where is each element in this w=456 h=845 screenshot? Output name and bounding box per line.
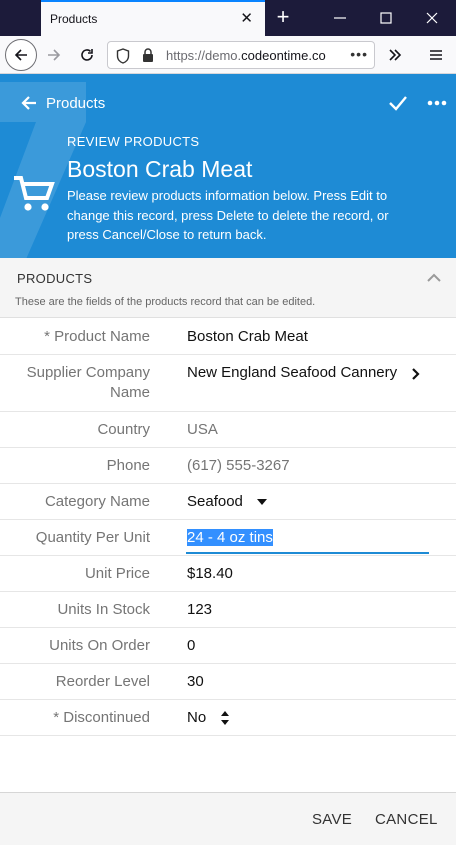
lock-icon[interactable] <box>142 48 154 63</box>
arrow-left-icon <box>21 96 36 110</box>
page-header: Products REVIEW PRODUCTS Boston Crab Mea… <box>0 74 456 258</box>
field-label: Units On Order <box>49 637 150 654</box>
field-phone: Phone (617) 555-3267 <box>0 448 456 484</box>
up-down-arrows-icon[interactable] <box>219 710 231 726</box>
field-label: Units In Stock <box>57 601 150 618</box>
browser-nav-bar: https://demo.codeontime.co ••• <box>0 36 456 74</box>
action-bar: SAVE CANCEL <box>0 792 456 845</box>
input-focus-underline <box>186 552 429 554</box>
units-in-stock-input[interactable]: 123 <box>187 600 212 620</box>
tab-title: Products <box>50 12 98 26</box>
field-label: Phone <box>106 457 150 474</box>
minimize-icon[interactable] <box>330 8 350 28</box>
maximize-icon[interactable] <box>376 8 396 28</box>
quantity-input[interactable]: 24 - 4 oz tins <box>187 528 273 548</box>
phone-value: (617) 555-3267 <box>187 457 290 474</box>
field-reorder-level: Reorder Level 30 <box>0 664 456 700</box>
tab-close-icon[interactable]: ✕ <box>240 11 253 27</box>
forward-icon[interactable] <box>46 47 62 63</box>
overflow-chevron-icon[interactable] <box>387 47 403 63</box>
field-units-in-stock: Units In Stock 123 <box>0 592 456 628</box>
field-country: Country USA <box>0 412 456 448</box>
window-close-icon[interactable] <box>422 8 442 28</box>
back-link[interactable]: Products <box>20 94 105 112</box>
units-on-order-input[interactable]: 0 <box>187 636 195 656</box>
caret-down-icon[interactable] <box>256 498 268 506</box>
shopping-cart-icon <box>14 176 55 211</box>
country-value: USA <box>187 421 218 438</box>
field-label: Country <box>97 421 150 438</box>
field-category: Category Name Seafood <box>0 484 456 520</box>
field-label: Reorder Level <box>55 673 150 690</box>
reorder-level-input[interactable]: 30 <box>187 672 204 692</box>
page-actions-icon[interactable]: ••• <box>350 46 368 62</box>
page-title: Boston Crab Meat <box>67 156 253 182</box>
save-button[interactable]: SAVE <box>312 811 352 828</box>
section-description: These are the fields of the products rec… <box>15 296 316 308</box>
back-button[interactable] <box>5 39 37 71</box>
product-name-input[interactable]: Boston Crab Meat <box>187 327 308 347</box>
field-unit-price: Unit Price $18.40 <box>0 556 456 592</box>
product-form: * Product Name Boston Crab Meat Supplier… <box>0 319 456 736</box>
section-title: PRODUCTS <box>17 271 93 286</box>
field-product-name: * Product Name Boston Crab Meat <box>0 319 456 355</box>
selected-text: 24 - 4 oz tins <box>187 529 273 546</box>
field-label: Category Name <box>44 493 150 510</box>
arrow-left-icon <box>14 49 27 61</box>
field-label: Supplier Company Name <box>26 364 150 401</box>
page-subtitle: REVIEW PRODUCTS <box>67 134 200 149</box>
field-supplier: Supplier Company Name New England Seafoo… <box>0 355 456 412</box>
products-section-header[interactable]: PRODUCTS These are the fields of the pro… <box>0 258 456 318</box>
chevron-right-icon[interactable] <box>410 367 422 381</box>
field-quantity: Quantity Per Unit 24 - 4 oz tins <box>0 520 456 556</box>
field-label: Unit Price <box>84 565 150 582</box>
field-label: * Discontinued <box>53 709 150 726</box>
field-units-on-order: Units On Order 0 <box>0 628 456 664</box>
field-discontinued: * Discontinued No <box>0 700 456 736</box>
field-label: Quantity Per Unit <box>35 529 150 546</box>
browser-tab-bar: Products ✕ + <box>0 0 456 36</box>
shield-icon[interactable] <box>116 48 130 64</box>
menu-icon[interactable] <box>428 47 444 63</box>
category-select[interactable]: Seafood <box>187 492 243 512</box>
page-description: Please review products information below… <box>67 188 389 242</box>
browser-tab[interactable]: Products ✕ <box>41 0 265 36</box>
more-options-icon[interactable] <box>427 92 447 114</box>
reload-icon[interactable] <box>79 47 95 63</box>
field-label: * Product Name <box>44 328 150 345</box>
discontinued-select[interactable]: No <box>187 708 206 728</box>
new-tab-button[interactable]: + <box>273 6 293 28</box>
cancel-button[interactable]: CANCEL <box>375 811 438 828</box>
back-label: Products <box>46 94 106 112</box>
checkmark-icon[interactable] <box>387 92 409 114</box>
address-bar[interactable]: https://demo.codeontime.co ••• <box>107 41 375 69</box>
unit-price-input[interactable]: $18.40 <box>187 564 233 584</box>
supplier-lookup[interactable]: New England Seafood Cannery <box>187 363 397 383</box>
url-text: https://demo.codeontime.co <box>166 48 326 63</box>
chevron-up-icon[interactable] <box>425 272 443 284</box>
